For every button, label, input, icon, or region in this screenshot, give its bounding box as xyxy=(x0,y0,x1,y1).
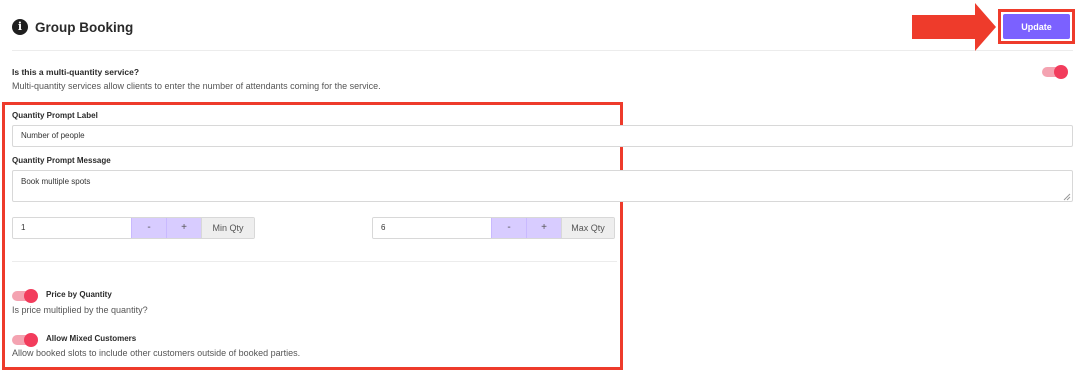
section-divider xyxy=(12,261,617,262)
quantity-prompt-label: Quantity Prompt Label xyxy=(12,111,98,120)
max-qty-decrement-button[interactable]: - xyxy=(491,218,526,238)
max-qty-increment-button[interactable]: + xyxy=(526,218,561,238)
toggle-knob xyxy=(1054,65,1068,79)
multi-quantity-question: Is this a multi-quantity service? xyxy=(12,67,140,77)
min-qty-increment-button[interactable]: + xyxy=(166,218,201,238)
max-qty-input[interactable]: 6 xyxy=(373,218,491,238)
price-by-quantity-description: Is price multiplied by the quantity? xyxy=(12,305,148,315)
toggle-knob xyxy=(24,333,38,347)
price-by-quantity-title: Price by Quantity xyxy=(46,290,112,299)
min-qty-suffix: Min Qty xyxy=(201,218,254,238)
min-qty-stepper: 1 - + Min Qty xyxy=(12,217,255,239)
min-qty-input[interactable]: 1 xyxy=(13,218,131,238)
mixed-customers-title: Allow Mixed Customers xyxy=(46,334,137,343)
update-button[interactable]: Update xyxy=(1003,14,1070,39)
max-qty-suffix: Max Qty xyxy=(561,218,614,238)
annotation-arrow-icon xyxy=(912,3,996,51)
mixed-customers-toggle[interactable] xyxy=(12,333,38,347)
page-title: Group Booking xyxy=(35,20,134,35)
max-qty-stepper: 6 - + Max Qty xyxy=(372,217,615,239)
price-by-quantity-toggle[interactable] xyxy=(12,289,38,303)
quantity-message-textarea[interactable]: Book multiple spots xyxy=(12,170,1073,202)
resize-grip-icon[interactable] xyxy=(1063,193,1071,201)
multi-quantity-toggle[interactable] xyxy=(1042,65,1068,79)
info-icon: i xyxy=(12,19,28,35)
multi-quantity-description: Multi-quantity services allow clients to… xyxy=(12,81,381,91)
toggle-knob xyxy=(24,289,38,303)
min-qty-decrement-button[interactable]: - xyxy=(131,218,166,238)
quantity-message-label: Quantity Prompt Message xyxy=(12,156,111,165)
quantity-prompt-input[interactable]: Number of people xyxy=(12,125,1073,147)
mixed-customers-description: Allow booked slots to include other cust… xyxy=(12,348,301,358)
